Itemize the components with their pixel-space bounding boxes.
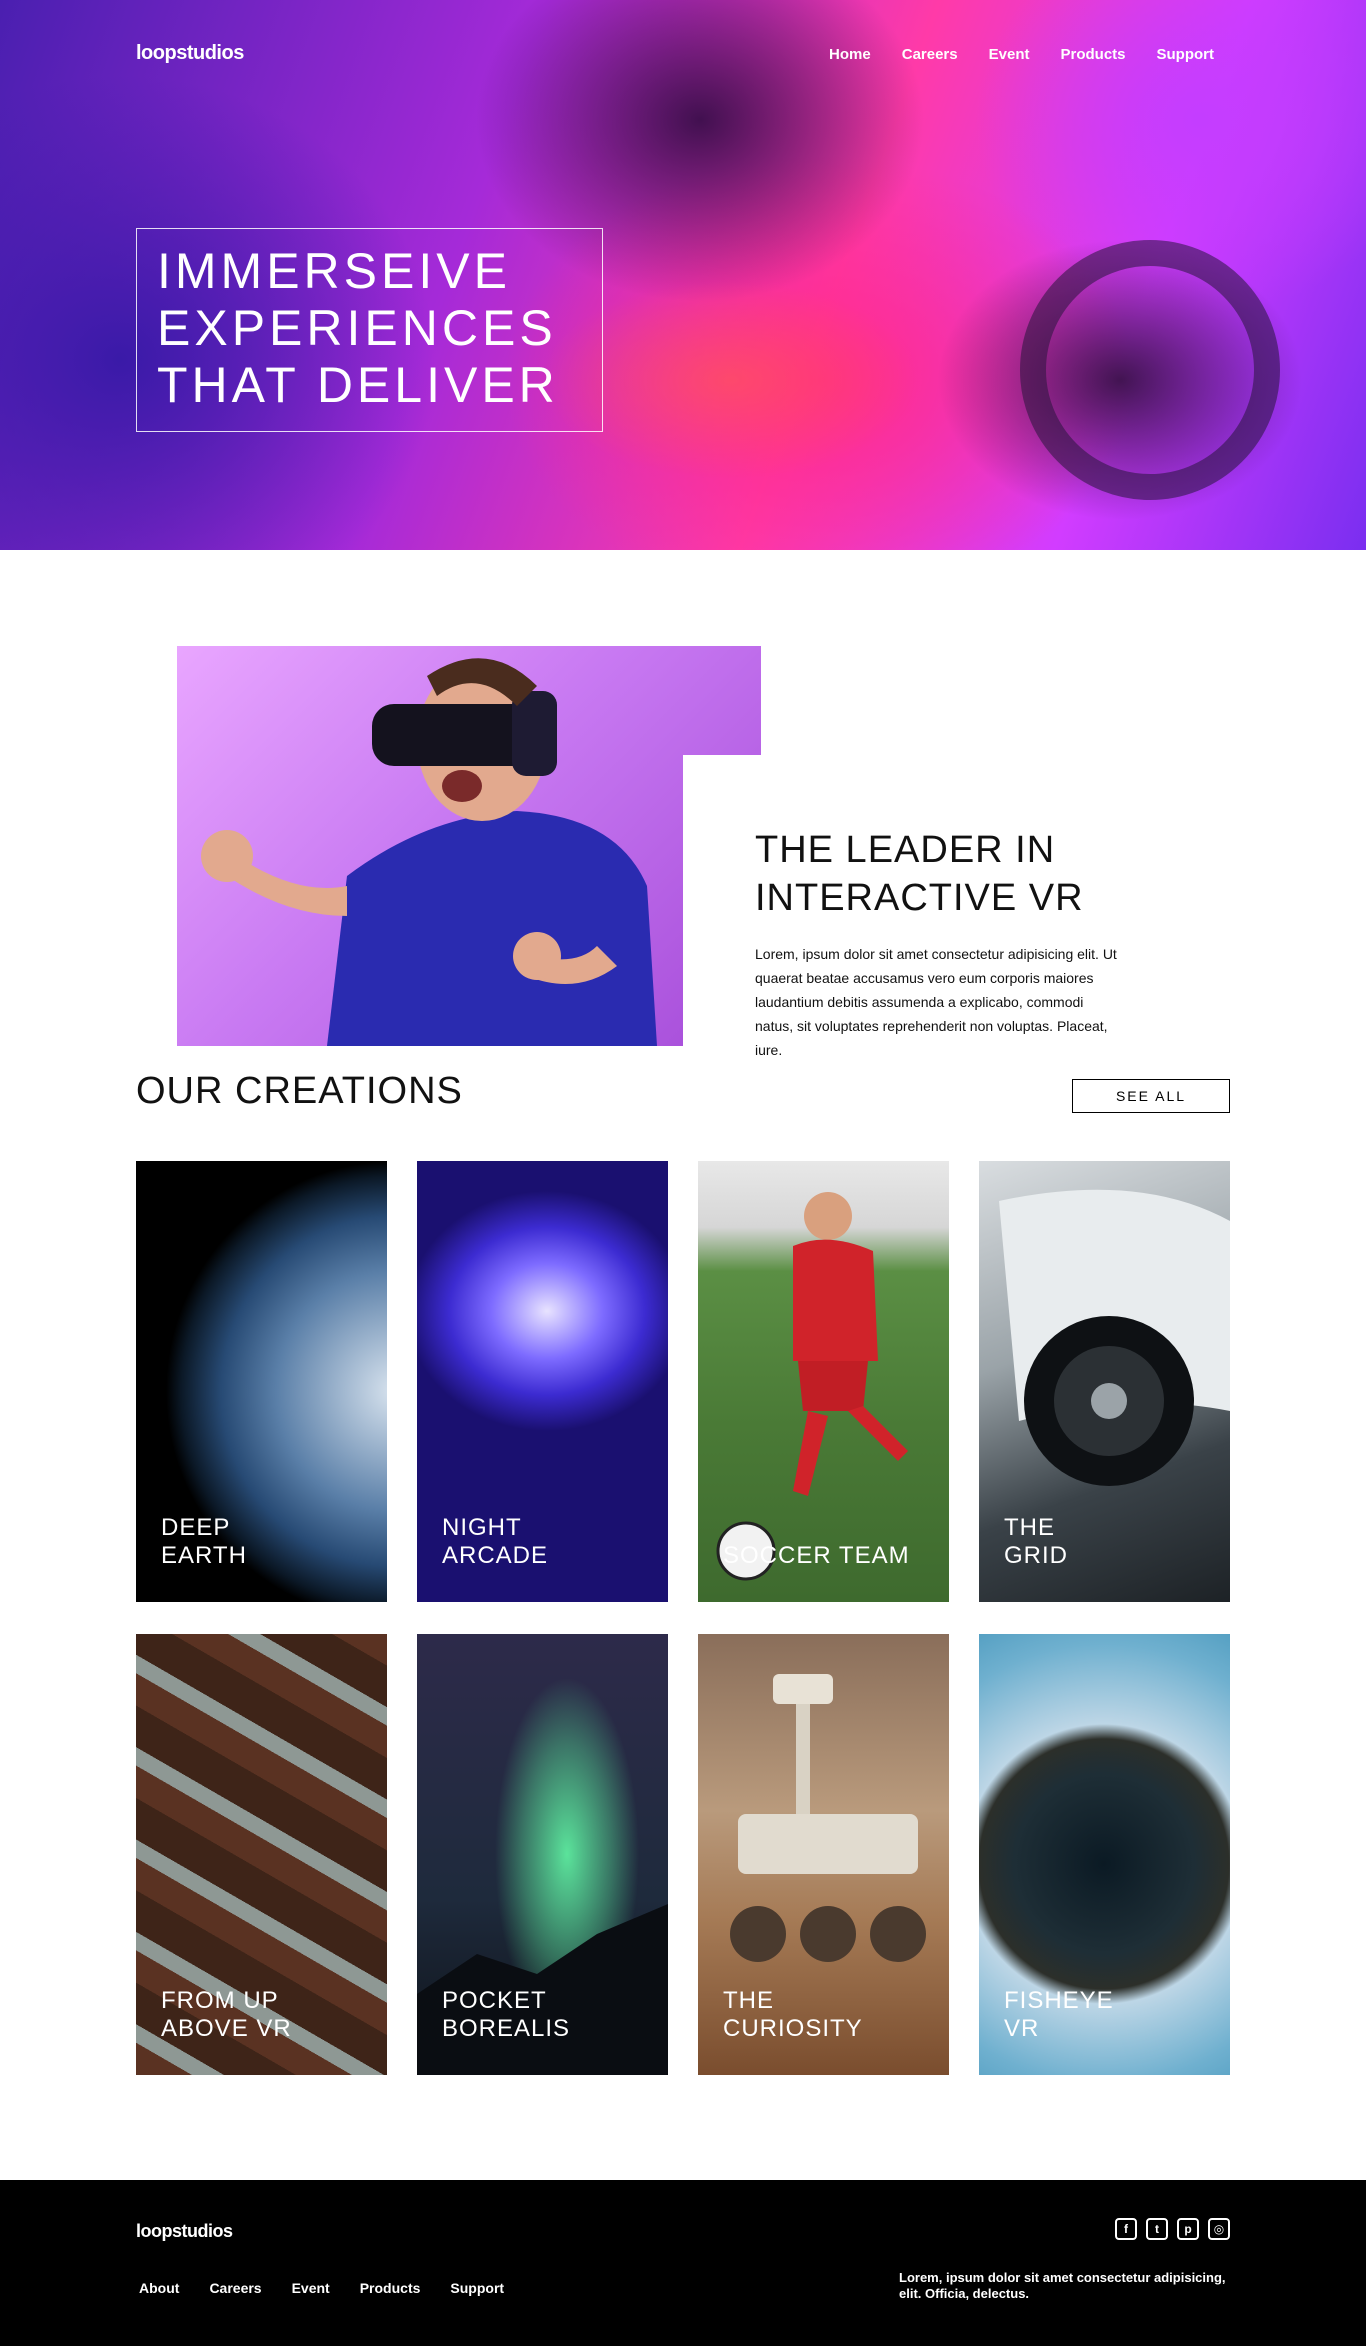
intro-section: THE LEADER IN INTERACTIVE VR Lorem, ipsu… xyxy=(0,550,1366,1070)
footer-link-event[interactable]: Event xyxy=(292,2280,330,2296)
footer-link-products[interactable]: Products xyxy=(360,2280,421,2296)
vr-person-illustration xyxy=(201,658,657,1046)
creation-card-from-up-above-vr[interactable]: FROM UP ABOVE VR xyxy=(136,1634,387,2075)
footer-link-careers[interactable]: Careers xyxy=(209,2280,261,2296)
footer-link-about[interactable]: About xyxy=(139,2280,179,2296)
intro-title-line: INTERACTIVE VR xyxy=(755,877,1084,919)
hero-headline-line: EXPERIENCES xyxy=(157,300,557,356)
creations-header: OUR CREATIONS SEE ALL xyxy=(136,1070,1230,1130)
nav-link-careers[interactable]: Careers xyxy=(902,46,958,63)
hero-steering-wheel-shape xyxy=(1020,240,1280,500)
intro-title: THE LEADER IN INTERACTIVE VR xyxy=(755,826,1120,922)
creations-section: OUR CREATIONS SEE ALL DEEP EARTH NIGHT A… xyxy=(0,1070,1366,2180)
nav-link-support[interactable]: Support xyxy=(1157,46,1215,63)
creation-card-label: DEEP EARTH xyxy=(161,1514,247,1569)
creation-card-soccer-team[interactable]: SOCCER TEAM xyxy=(698,1161,949,1602)
intro-body-text: Lorem, ipsum dolor sit amet consectetur … xyxy=(755,946,1117,1058)
intro-title-line: THE LEADER IN xyxy=(755,829,1056,871)
see-all-button[interactable]: SEE ALL xyxy=(1072,1079,1230,1113)
hero-headline-line: IMMERSEIVE xyxy=(157,243,511,299)
intro-image-cutout xyxy=(683,755,761,1050)
creation-card-label: POCKET BOREALIS xyxy=(442,1987,571,2042)
vr-person-image xyxy=(177,646,761,1046)
footer-link-support[interactable]: Support xyxy=(450,2280,504,2296)
creation-card-pocket-borealis[interactable]: POCKET BOREALIS xyxy=(417,1634,668,2075)
pinterest-icon[interactable]: p xyxy=(1177,2218,1199,2240)
twitter-icon[interactable]: t xyxy=(1146,2218,1168,2240)
footer-nav: About Careers Event Products Support xyxy=(139,2280,504,2296)
main-nav: Home Careers Event Products Support xyxy=(829,46,1214,63)
creation-card-label: FROM UP ABOVE VR xyxy=(161,1987,292,2042)
creation-card-night-arcade[interactable]: NIGHT ARCADE xyxy=(417,1161,668,1602)
nav-link-event[interactable]: Event xyxy=(989,46,1030,63)
footer-logo[interactable]: loopstudios xyxy=(136,2221,233,2242)
hero-section: loopstudios Home Careers Event Products … xyxy=(0,0,1366,550)
nav-link-products[interactable]: Products xyxy=(1060,46,1125,63)
site-logo[interactable]: loopstudios xyxy=(136,42,244,65)
creation-card-label: THE GRID xyxy=(1004,1514,1068,1569)
soccer-player-illustration xyxy=(716,1192,908,1581)
creation-card-label: NIGHT ARCADE xyxy=(442,1514,549,1569)
nav-link-home[interactable]: Home xyxy=(829,46,871,63)
hero-headline-line: THAT DELIVER xyxy=(157,357,559,413)
creations-title: OUR CREATIONS xyxy=(136,1070,463,1112)
intro-text-block: THE LEADER IN INTERACTIVE VR Lorem, ipsu… xyxy=(755,826,1120,1062)
creations-grid: DEEP EARTH NIGHT ARCADE SOCCER TEAM THE … xyxy=(136,1161,1230,2075)
creation-card-deep-earth[interactable]: DEEP EARTH xyxy=(136,1161,387,1602)
hero-headline-box: IMMERSEIVE EXPERIENCES THAT DELIVER xyxy=(136,228,603,432)
social-links: f t p ◎ xyxy=(1115,2218,1230,2240)
site-footer: loopstudios About Careers Event Products… xyxy=(0,2180,1366,2346)
footer-text: Lorem, ipsum dolor sit amet consectetur … xyxy=(899,2270,1226,2301)
creation-card-label: FISHEYE VR xyxy=(1004,1987,1114,2042)
creation-card-label: SOCCER TEAM xyxy=(723,1542,910,1569)
creation-card-label: THE CURIOSITY xyxy=(723,1987,863,2042)
creation-card-the-grid[interactable]: THE GRID xyxy=(979,1161,1230,1602)
creation-card-fisheye-vr[interactable]: FISHEYE VR xyxy=(979,1634,1230,2075)
instagram-icon[interactable]: ◎ xyxy=(1208,2218,1230,2240)
creation-card-the-curiosity[interactable]: THE CURIOSITY xyxy=(698,1634,949,2075)
facebook-icon[interactable]: f xyxy=(1115,2218,1137,2240)
